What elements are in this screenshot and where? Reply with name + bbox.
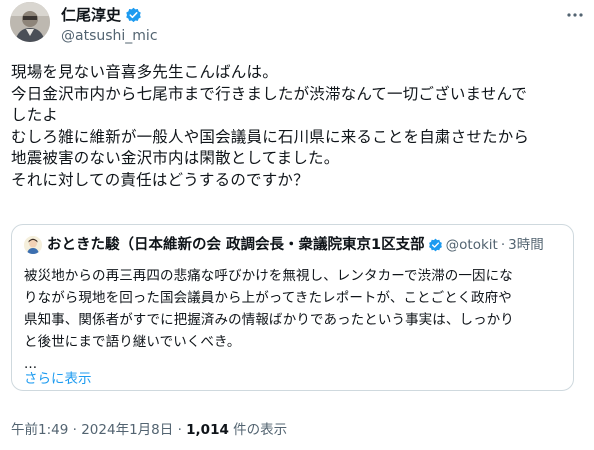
meta-separator: · <box>72 422 77 438</box>
tweet-line: 今日金沢市内から七尾市まで行きましたが渋滞なんて一切ございませんで <box>11 84 528 103</box>
tweet-line: 現場を見ない音喜多先生こんばんは。 <box>11 63 278 81</box>
quote-header: おときた駿（日本維新の会 政調会長・衆議院東京1区支部 @otokit · 3時… <box>24 236 544 254</box>
views-count: 1,014 <box>186 422 229 438</box>
verified-badge-icon <box>126 7 141 22</box>
author-display-name[interactable]: 仁尾淳史 <box>61 6 121 24</box>
quote-author-avatar[interactable] <box>24 236 42 254</box>
tweet-line: それに対しての責任はどうするのですか？ <box>11 170 309 189</box>
views-label: 件の表示 <box>228 422 288 438</box>
post-time[interactable]: 午前1:49 <box>11 422 68 438</box>
show-more-link[interactable]: さらに表示 <box>24 367 92 387</box>
tweet-text: 現場を見ない音喜多先生こんばんは。 今日金沢市内から七尾市まで行きましたが渋滞な… <box>11 62 589 191</box>
tweet-line: 地震被害のない金沢市内は閑散としてました。 <box>11 149 340 167</box>
person-photo-avatar-icon <box>10 2 50 42</box>
tweet-line: むしろ雑に維新が一般人や国会議員に石川県に来ることを自粛させたから <box>11 127 530 146</box>
quote-line: と後世にまで語り継いでいくべき。 <box>24 334 241 350</box>
quote-author-handle[interactable]: @otokit <box>446 236 498 254</box>
quoted-tweet-card[interactable]: おときた駿（日本維新の会 政調会長・衆議院東京1区支部 @otokit · 3時… <box>11 224 574 391</box>
author-handle[interactable]: @atsushi_mic <box>61 28 158 44</box>
quote-line: ... <box>24 356 38 372</box>
author-name-row: 仁尾淳史 <box>61 6 142 24</box>
author-avatar[interactable] <box>10 2 50 42</box>
quote-separator: · <box>500 237 506 253</box>
more-options-icon[interactable] <box>567 12 583 18</box>
post-date[interactable]: 2024年1月8日 <box>81 422 173 438</box>
meta-separator: · <box>177 422 182 438</box>
verified-badge-icon <box>428 238 442 251</box>
quote-author-name[interactable]: おときた駿（日本維新の会 政調会長・衆議院東京1区支部 <box>47 236 425 254</box>
quote-line: りながら現地を回った国会議員から上がってきたレポートが、ことごとく政府や <box>24 290 512 306</box>
tweet-line: したよ <box>11 106 59 124</box>
quote-line: 被災地からの再三再四の悲痛な呼びかけを無視し、レンタカーで渋滞の一因にな <box>24 268 513 284</box>
quote-timestamp[interactable]: 3時間 <box>508 236 544 254</box>
illustrated-avatar-icon <box>24 236 42 254</box>
tweet-meta: 午前1:49 · 2024年1月8日 · 1,014 件の表示 <box>11 418 287 438</box>
quote-body: 被災地からの再三再四の悲痛な呼びかけを無視し、レンタカーで渋滞の一因にな りなが… <box>24 265 564 375</box>
quote-line: 県知事、関係者がすでに把握済みの情報ばかりであったという事実は、しっかり <box>24 312 514 328</box>
